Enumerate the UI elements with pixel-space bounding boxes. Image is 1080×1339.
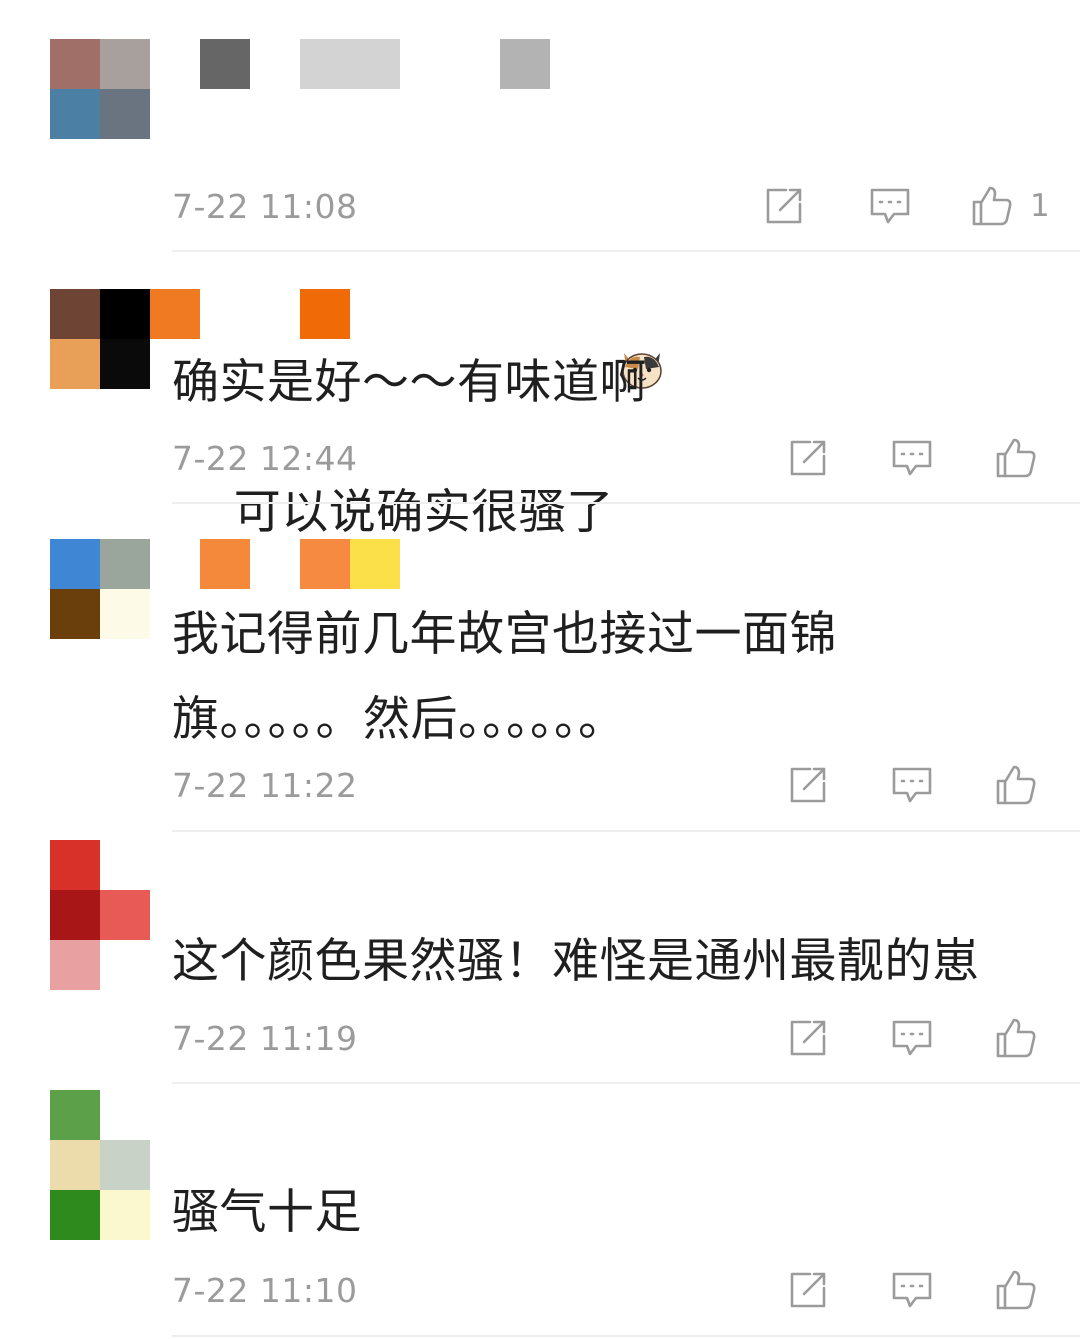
- repost-button[interactable]: [762, 184, 806, 228]
- repost-button[interactable]: [786, 1016, 830, 1060]
- comment-actions: 1: [760, 184, 1060, 232]
- comment-text: 这个颜色果然骚！难怪是通州最靓的崽: [172, 934, 980, 989]
- avatar[interactable]: [50, 289, 150, 389]
- repost-icon: [790, 440, 826, 476]
- avatar[interactable]: [50, 39, 150, 139]
- thumbs-up-icon: [972, 186, 1012, 226]
- thumbs-up-icon: [996, 765, 1036, 805]
- comment-icon: [892, 1272, 932, 1308]
- thumbs-up-icon: [996, 1270, 1036, 1310]
- reply-button[interactable]: [890, 436, 934, 480]
- comment-item: 可以说确实很骚了 7-22 11:08 1: [0, 0, 1080, 540]
- comment-actions: [784, 763, 1064, 811]
- repost-button[interactable]: [786, 763, 830, 807]
- comment-time: 7-22 11:08: [172, 187, 358, 226]
- comment-time: 7-22 11:10: [172, 1271, 358, 1310]
- comment-text: 我记得前几年故宫也接过一面锦旗。。。。。然后。。。。。。: [172, 607, 837, 747]
- comment-actions: [784, 436, 1064, 484]
- comment-text: 确实是好～～有味道啊: [172, 355, 647, 410]
- comment-item: 这个颜色果然骚！难怪是通州最靓的崽 7-22 11:19: [0, 832, 1080, 1084]
- repost-button[interactable]: [786, 1268, 830, 1312]
- thumbs-up-icon: [996, 1018, 1036, 1058]
- thumbs-up-icon: [996, 438, 1036, 478]
- avatar[interactable]: [50, 1090, 150, 1240]
- like-button[interactable]: [994, 1268, 1038, 1312]
- comment-text: 骚气十足: [172, 1185, 362, 1240]
- repost-icon: [790, 767, 826, 803]
- comment-actions: [784, 1268, 1064, 1316]
- comment-icon: [892, 767, 932, 803]
- avatar[interactable]: [50, 840, 150, 990]
- divider: [172, 1335, 1080, 1337]
- comment-icon: [892, 1020, 932, 1056]
- repost-icon: [790, 1020, 826, 1056]
- like-button[interactable]: [994, 1016, 1038, 1060]
- username-blurred[interactable]: [200, 39, 560, 89]
- comment-icon: [892, 440, 932, 476]
- comment-item: 骚气十足 7-22 11:10: [0, 1084, 1080, 1339]
- like-button[interactable]: [994, 763, 1038, 807]
- comment-item: 我记得前几年故宫也接过一面锦旗。。。。。然后。。。。。。 7-22 11:22: [0, 504, 1080, 832]
- reply-button[interactable]: [890, 1268, 934, 1312]
- repost-icon: [766, 188, 802, 224]
- comment-time: 7-22 12:44: [172, 439, 358, 478]
- repost-button[interactable]: [786, 436, 830, 480]
- comment-time: 7-22 11:22: [172, 766, 358, 805]
- username-blurred[interactable]: [150, 289, 410, 339]
- comment-time: 7-22 11:19: [172, 1019, 358, 1058]
- like-button[interactable]: [970, 184, 1014, 228]
- username-blurred[interactable]: [200, 539, 410, 589]
- reply-button[interactable]: [890, 763, 934, 807]
- repost-icon: [790, 1272, 826, 1308]
- comment-actions: [784, 1016, 1064, 1064]
- like-count: 1: [1030, 188, 1050, 224]
- avatar[interactable]: [50, 539, 150, 639]
- reply-button[interactable]: [890, 1016, 934, 1060]
- like-button[interactable]: [994, 436, 1038, 480]
- reply-button[interactable]: [868, 184, 912, 228]
- comment-item: 确实是好～～有味道啊 7-22 12:44: [0, 252, 1080, 504]
- comment-icon: [870, 188, 910, 224]
